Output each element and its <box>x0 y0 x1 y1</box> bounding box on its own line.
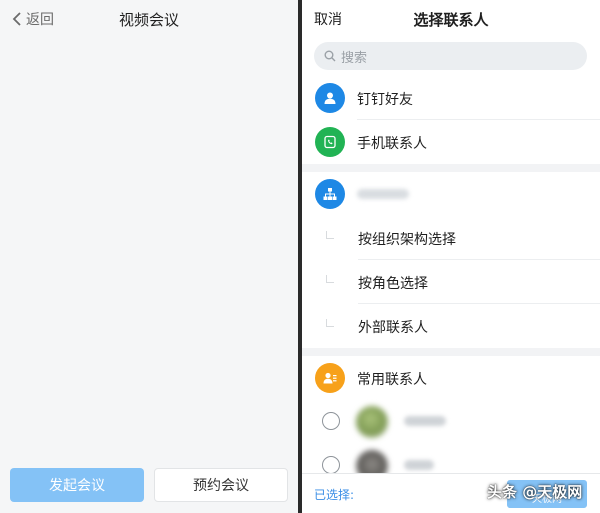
contact-checkbox[interactable] <box>322 412 340 430</box>
avatar <box>356 406 388 438</box>
tree-branch-icon <box>326 275 334 283</box>
role-label: 按角色选择 <box>358 276 428 292</box>
phone-contacts-label: 手机联系人 <box>357 136 427 152</box>
org-chart-icon <box>315 179 345 209</box>
frequent-contacts-label: 常用联系人 <box>357 372 427 388</box>
section-gap <box>302 348 600 356</box>
schedule-meeting-button[interactable]: 预约会议 <box>154 468 288 502</box>
search-placeholder: 搜索 <box>341 50 368 66</box>
org-structure-label: 按组织架构选择 <box>358 232 456 248</box>
phone-icon <box>315 127 345 157</box>
page-title: 视频会议 <box>118 11 179 29</box>
organization-name-redacted <box>357 189 409 199</box>
selected-count-label: 已选择: <box>314 488 355 502</box>
dingtalk-friends-item[interactable]: 钉钉好友 <box>302 76 600 120</box>
video-meeting-body <box>0 36 298 456</box>
start-meeting-button[interactable]: 发起会议 <box>10 468 144 502</box>
dingtalk-friends-label: 钉钉好友 <box>357 92 413 108</box>
external-contacts-option[interactable]: 外部联系人 <box>302 304 600 348</box>
watermark: 头条 @天极网 <box>487 483 583 501</box>
contact-name-redacted <box>404 416 446 426</box>
video-meeting-pane: 返回 视频会议 <box>0 0 298 513</box>
tree-branch-icon <box>326 319 334 327</box>
select-contacts-header: 取消 选择联系人 <box>302 0 600 36</box>
search-icon <box>324 50 336 62</box>
select-contacts-pane: 取消 选择联系人 搜索 钉钉好友 手机联系人 按组织架构选择 按角色选择 外部联… <box>302 0 600 513</box>
contact-name-redacted <box>404 460 434 470</box>
video-meeting-header: 返回 视频会议 <box>0 0 298 36</box>
organization-item[interactable] <box>302 172 600 216</box>
frequent-contacts-header: 常用联系人 <box>302 356 600 400</box>
person-list-icon <box>315 363 345 393</box>
phone-contacts-item[interactable]: 手机联系人 <box>302 120 600 164</box>
tree-branch-icon <box>326 231 334 239</box>
contact-item[interactable] <box>302 400 600 444</box>
contact-checkbox[interactable] <box>322 456 340 474</box>
section-gap <box>302 164 600 172</box>
role-option[interactable]: 按角色选择 <box>302 260 600 304</box>
search-input[interactable]: 搜索 <box>314 42 587 70</box>
org-structure-option[interactable]: 按组织架构选择 <box>302 216 600 260</box>
external-contacts-label: 外部联系人 <box>358 320 428 336</box>
page-title: 选择联系人 <box>413 11 489 29</box>
person-icon <box>315 83 345 113</box>
